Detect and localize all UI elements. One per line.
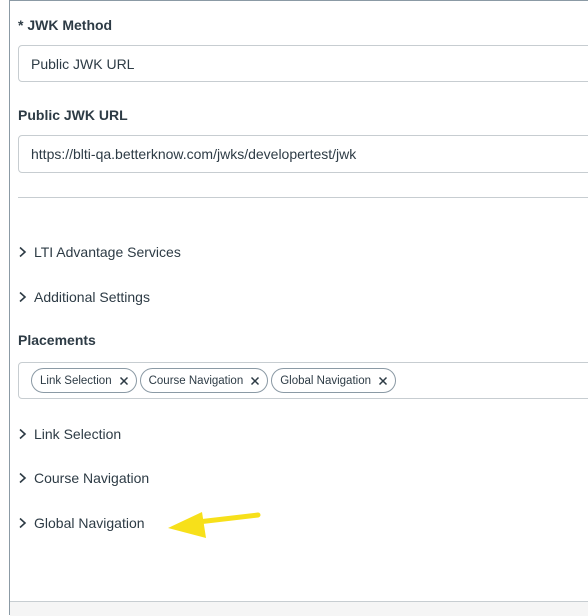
additional-settings-label: Additional Settings: [34, 289, 150, 305]
close-icon[interactable]: [250, 376, 260, 386]
link-selection-toggle[interactable]: Link Selection: [18, 426, 121, 442]
placement-tag-link-selection[interactable]: Link Selection: [31, 368, 137, 393]
chevron-right-icon: [18, 517, 30, 529]
jwk-method-label: * JWK Method: [18, 17, 113, 33]
global-navigation-label: Global Navigation: [34, 515, 145, 531]
public-jwk-url-input[interactable]: https://blti-qa.betterknow.com/jwks/deve…: [18, 135, 588, 173]
close-icon[interactable]: [119, 376, 129, 386]
placements-label: Placements: [18, 332, 96, 348]
tag-label: Link Selection: [40, 374, 112, 387]
jwk-method-select[interactable]: Public JWK URL: [18, 45, 588, 82]
tag-label: Global Navigation: [280, 374, 371, 387]
public-jwk-url-label: Public JWK URL: [18, 107, 128, 123]
placement-tag-global-navigation[interactable]: Global Navigation: [271, 368, 396, 393]
course-navigation-label: Course Navigation: [34, 470, 150, 486]
chevron-right-icon: [18, 428, 30, 440]
section-divider: [18, 197, 588, 198]
additional-settings-toggle[interactable]: Additional Settings: [18, 289, 150, 305]
lti-advantage-services-toggle[interactable]: LTI Advantage Services: [18, 244, 181, 260]
chevron-right-icon: [18, 291, 30, 303]
global-navigation-toggle[interactable]: Global Navigation: [18, 515, 145, 531]
public-jwk-url-value: https://blti-qa.betterknow.com/jwks/deve…: [31, 146, 357, 162]
jwk-method-value: Public JWK URL: [31, 55, 135, 72]
placement-tag-course-navigation[interactable]: Course Navigation: [139, 368, 269, 393]
course-navigation-toggle[interactable]: Course Navigation: [18, 470, 149, 486]
close-icon[interactable]: [378, 376, 388, 386]
chevron-right-icon: [18, 472, 30, 484]
arrow-left-icon: [168, 512, 261, 538]
placements-multiselect[interactable]: Link Selection Course Navigation Global …: [18, 362, 588, 399]
footer-bar: [10, 601, 588, 616]
tag-label: Course Navigation: [148, 374, 244, 387]
chevron-right-icon: [18, 246, 30, 258]
link-selection-label: Link Selection: [34, 426, 122, 442]
lti-advantage-services-label: LTI Advantage Services: [34, 244, 181, 260]
